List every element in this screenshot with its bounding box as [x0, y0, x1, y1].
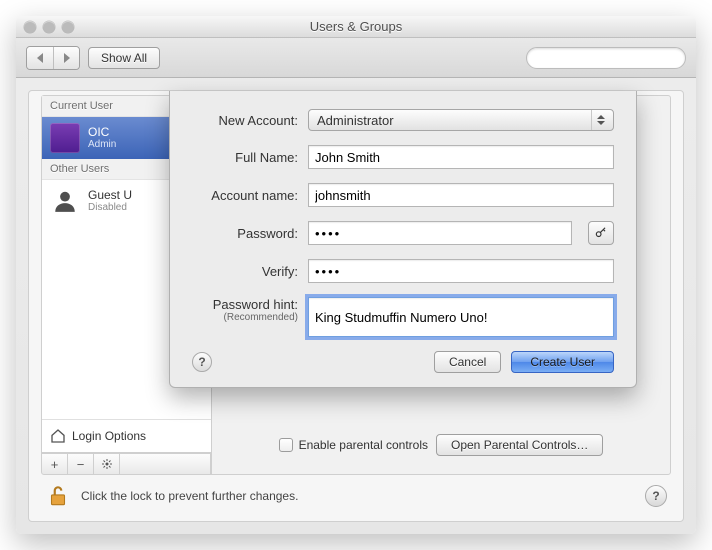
popup-arrows-icon	[591, 110, 609, 130]
remove-user-button[interactable]: −	[68, 454, 94, 474]
forward-button[interactable]	[53, 47, 79, 69]
user-role: Disabled	[88, 202, 132, 214]
verify-password-field[interactable]	[308, 259, 614, 283]
cancel-button[interactable]: Cancel	[434, 351, 501, 373]
label-verify: Verify:	[192, 264, 298, 279]
user-name: OIC	[88, 125, 116, 139]
label-password: Password:	[192, 226, 298, 241]
password-assistant-button[interactable]	[588, 221, 614, 245]
full-name-field[interactable]	[308, 145, 614, 169]
password-field[interactable]	[308, 221, 572, 245]
parental-checkbox-label: Enable parental controls	[299, 438, 428, 452]
label-account-name: Account name:	[192, 188, 298, 203]
preferences-window: Users & Groups Show All Current User	[16, 16, 696, 534]
toolbar: Show All	[16, 38, 696, 78]
lock-row: Click the lock to prevent further change…	[41, 475, 671, 509]
search-field[interactable]	[526, 47, 686, 69]
user-role: Admin	[88, 139, 116, 151]
open-parental-controls-button[interactable]: Open Parental Controls…	[436, 434, 603, 456]
login-options-label: Login Options	[72, 429, 146, 443]
help-button[interactable]: ?	[645, 485, 667, 507]
house-icon	[50, 428, 66, 444]
key-icon	[594, 226, 608, 240]
user-name: Guest U	[88, 188, 132, 202]
chevron-left-icon	[37, 53, 43, 63]
action-menu-button[interactable]	[94, 454, 120, 474]
create-user-button[interactable]: Create User	[511, 351, 614, 373]
titlebar: Users & Groups	[16, 16, 696, 38]
user-silhouette-icon	[50, 186, 80, 216]
window-body: Current User OIC Admin Other Users	[16, 78, 696, 534]
label-full-name: Full Name:	[192, 150, 298, 165]
show-all-button[interactable]: Show All	[88, 47, 160, 69]
account-type-value: Administrator	[317, 113, 394, 128]
account-name-field[interactable]	[308, 183, 614, 207]
window-title: Users & Groups	[16, 19, 696, 34]
back-button[interactable]	[27, 47, 53, 69]
lock-open-icon[interactable]	[45, 483, 71, 509]
checkbox-icon	[279, 438, 293, 452]
chevron-right-icon	[64, 53, 70, 63]
new-user-sheet: New Account: Administrator Full Name: Ac…	[169, 91, 637, 388]
sheet-help-button[interactable]: ?	[192, 352, 212, 372]
label-password-hint: Password hint: (Recommended)	[192, 297, 298, 323]
main-panel: Current User OIC Admin Other Users	[28, 90, 684, 522]
lock-text: Click the lock to prevent further change…	[81, 489, 298, 503]
gear-icon	[101, 458, 113, 470]
sidebar-bottom-bar: + −	[41, 453, 211, 475]
password-hint-field[interactable]	[308, 297, 614, 337]
avatar	[50, 123, 80, 153]
search-input[interactable]	[539, 51, 694, 65]
label-new-account: New Account:	[192, 113, 298, 128]
parental-controls-checkbox[interactable]: Enable parental controls	[279, 438, 428, 452]
login-options-row[interactable]: Login Options	[42, 419, 211, 452]
account-type-popup[interactable]: Administrator	[308, 109, 614, 131]
add-user-button[interactable]: +	[42, 454, 68, 474]
nav-buttons	[26, 46, 80, 70]
